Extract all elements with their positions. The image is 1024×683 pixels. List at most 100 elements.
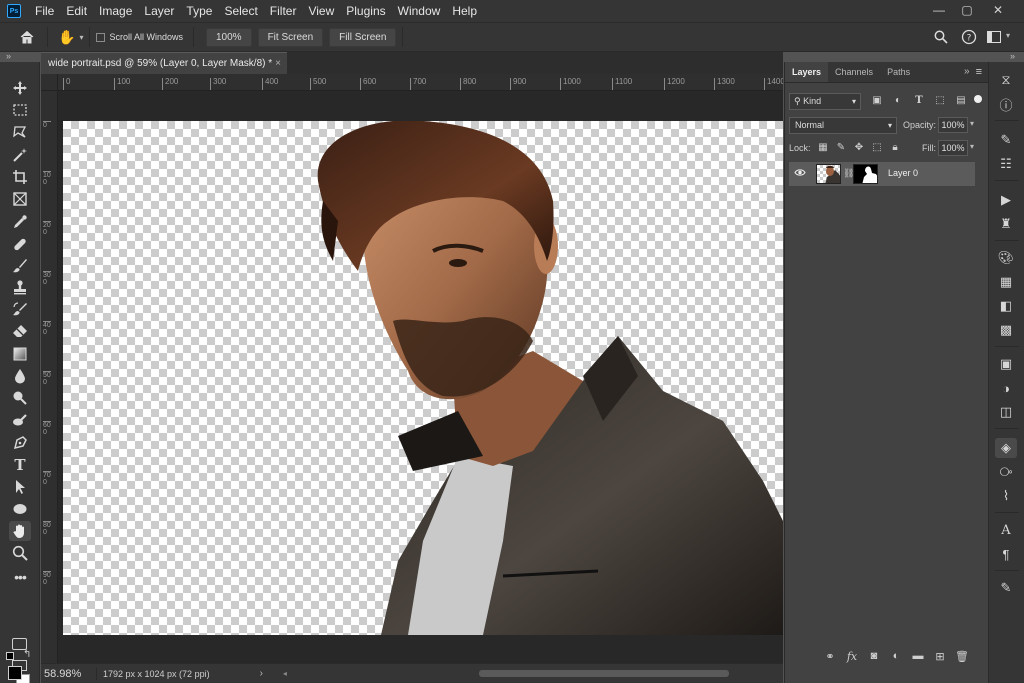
- pen-icon[interactable]: [9, 433, 31, 453]
- fill-field[interactable]: 100%: [938, 140, 968, 156]
- play-actions-icon[interactable]: ▶: [995, 190, 1017, 210]
- lock-transparent-pixels-icon[interactable]: ▦: [817, 142, 829, 154]
- horizontal-scrollbar[interactable]: [479, 670, 729, 677]
- menu-type[interactable]: Type: [180, 0, 218, 22]
- delete-layer-icon[interactable]: 🗑︎: [951, 650, 973, 663]
- adjustment-layer-filter-icon[interactable]: ◐: [892, 95, 904, 107]
- filter-toggle-icon[interactable]: [974, 95, 982, 103]
- paragraph-icon[interactable]: ¶: [995, 544, 1017, 564]
- layers-panel-icon[interactable]: ◈: [995, 438, 1017, 458]
- more-tools-icon[interactable]: •••: [9, 567, 31, 587]
- add-mask-icon[interactable]: ◙: [863, 650, 885, 662]
- properties-icon[interactable]: ◫: [995, 402, 1017, 422]
- help-icon[interactable]: ?: [961, 29, 977, 45]
- panel-expand-icon[interactable]: »: [964, 62, 976, 82]
- horizontal-ruler[interactable]: 0 100 200 300 400 500 600 700 800 900 10…: [58, 74, 783, 91]
- home-icon[interactable]: [19, 29, 35, 45]
- info-icon[interactable]: ⓘ: [995, 94, 1017, 114]
- type-layer-filter-icon[interactable]: T: [913, 95, 925, 107]
- hand-icon[interactable]: [9, 521, 31, 541]
- lock-all-icon[interactable]: 🔒︎: [889, 142, 901, 154]
- libraries-icon[interactable]: ▣: [995, 354, 1017, 374]
- menu-window[interactable]: Window: [392, 0, 447, 22]
- path-selection-icon[interactable]: [9, 477, 31, 497]
- gradient-icon[interactable]: [9, 344, 31, 364]
- lock-image-pixels-icon[interactable]: ✎: [835, 142, 847, 154]
- vertical-ruler[interactable]: 0 100 200 300 400 500 600 700 800 900: [41, 91, 58, 663]
- paths-icon[interactable]: ⌇: [995, 486, 1017, 506]
- notes-icon[interactable]: ✎: [995, 578, 1017, 598]
- layer-row[interactable]: ⛓ Layer 0: [789, 162, 975, 186]
- link-layers-icon[interactable]: ⚭: [819, 650, 841, 663]
- new-group-icon[interactable]: ▬: [907, 650, 929, 662]
- marquee-icon[interactable]: [9, 100, 31, 120]
- tab-layers[interactable]: Layers: [785, 62, 829, 82]
- ellipse-icon[interactable]: [9, 499, 31, 519]
- close-window-button[interactable]: ✕: [985, 3, 1011, 19]
- close-document-icon[interactable]: ×: [275, 53, 281, 75]
- clone-stamp-icon[interactable]: [9, 277, 31, 297]
- eyedropper-icon[interactable]: [9, 212, 31, 232]
- scroll-all-windows-checkbox[interactable]: [96, 32, 106, 42]
- glyphs-icon[interactable]: ♜: [995, 214, 1017, 234]
- maximize-button[interactable]: ▢: [954, 3, 980, 19]
- menu-plugins[interactable]: Plugins: [340, 0, 391, 22]
- chevron-down-icon[interactable]: ▾: [1006, 31, 1010, 40]
- chevron-down-icon[interactable]: ▾: [79, 33, 83, 42]
- foreground-color-swatch[interactable]: [8, 666, 22, 680]
- history-icon[interactable]: ⧖: [995, 70, 1017, 90]
- lock-artboard-icon[interactable]: ⬚: [871, 142, 883, 154]
- scroll-left-arrow-icon[interactable]: ◂: [283, 669, 287, 678]
- brush-settings-icon[interactable]: ✎: [995, 130, 1017, 150]
- dodge-icon[interactable]: [9, 388, 31, 408]
- lock-position-icon[interactable]: ✥: [853, 142, 865, 154]
- lasso-icon[interactable]: [9, 122, 31, 142]
- healing-brush-icon[interactable]: [9, 234, 31, 254]
- color-palette-icon[interactable]: 🎨︎: [995, 248, 1017, 268]
- toolbar-collapse-icon[interactable]: »: [6, 52, 11, 62]
- workspace-icon[interactable]: [987, 31, 1001, 43]
- eraser-icon[interactable]: [9, 321, 31, 341]
- pixel-layer-filter-icon[interactable]: ▣: [871, 95, 883, 107]
- channels-icon[interactable]: ⧂: [995, 462, 1017, 482]
- tab-channels[interactable]: Channels: [828, 62, 880, 82]
- shape-layer-filter-icon[interactable]: ⬚: [934, 95, 946, 107]
- menu-layer[interactable]: Layer: [138, 0, 180, 22]
- document-canvas[interactable]: [63, 121, 783, 635]
- menu-file[interactable]: File: [29, 0, 60, 22]
- zoom-icon[interactable]: [9, 543, 31, 563]
- menu-select[interactable]: Select: [218, 0, 263, 22]
- document-pasteboard[interactable]: [58, 91, 783, 663]
- patterns-icon[interactable]: ▩: [995, 320, 1017, 340]
- history-brush-icon[interactable]: [9, 299, 31, 319]
- hand-tool-preset-icon[interactable]: ✋: [58, 29, 75, 46]
- smudge-icon[interactable]: [9, 410, 31, 430]
- opacity-field[interactable]: 100%: [938, 117, 968, 133]
- chevron-down-icon[interactable]: ▾: [970, 119, 974, 128]
- quick-mask-mode-icon[interactable]: [12, 638, 27, 650]
- tab-paths[interactable]: Paths: [880, 62, 917, 82]
- character-icon[interactable]: A: [995, 520, 1017, 540]
- swatches-grid-icon[interactable]: ▦: [995, 272, 1017, 292]
- menu-view[interactable]: View: [302, 0, 340, 22]
- smart-object-filter-icon[interactable]: ▤: [955, 95, 967, 107]
- minimize-button[interactable]: —: [926, 3, 952, 19]
- fill-screen-button[interactable]: Fill Screen: [329, 27, 397, 47]
- menu-filter[interactable]: Filter: [264, 0, 303, 22]
- zoom-level-field[interactable]: 58.98%: [41, 667, 97, 680]
- layer-thumbnail[interactable]: [816, 164, 841, 184]
- menu-edit[interactable]: Edit: [60, 0, 93, 22]
- fit-screen-button[interactable]: Fit Screen: [257, 27, 324, 47]
- document-tab[interactable]: wide portrait.psd @ 59% (Layer 0, Layer …: [41, 52, 287, 74]
- panel-menu-icon[interactable]: ≡: [976, 62, 988, 82]
- frame-icon[interactable]: [9, 189, 31, 209]
- blur-icon[interactable]: [9, 366, 31, 386]
- brush-icon[interactable]: [9, 256, 31, 276]
- move-icon[interactable]: [9, 78, 31, 98]
- chevron-down-icon[interactable]: ▾: [970, 142, 974, 151]
- blend-mode-select[interactable]: Normal ▾: [789, 117, 897, 134]
- gradients-icon[interactable]: ◧: [995, 296, 1017, 316]
- menu-image[interactable]: Image: [93, 0, 138, 22]
- new-layer-icon[interactable]: ⊞: [929, 650, 951, 663]
- visibility-eye-icon[interactable]: [794, 168, 806, 180]
